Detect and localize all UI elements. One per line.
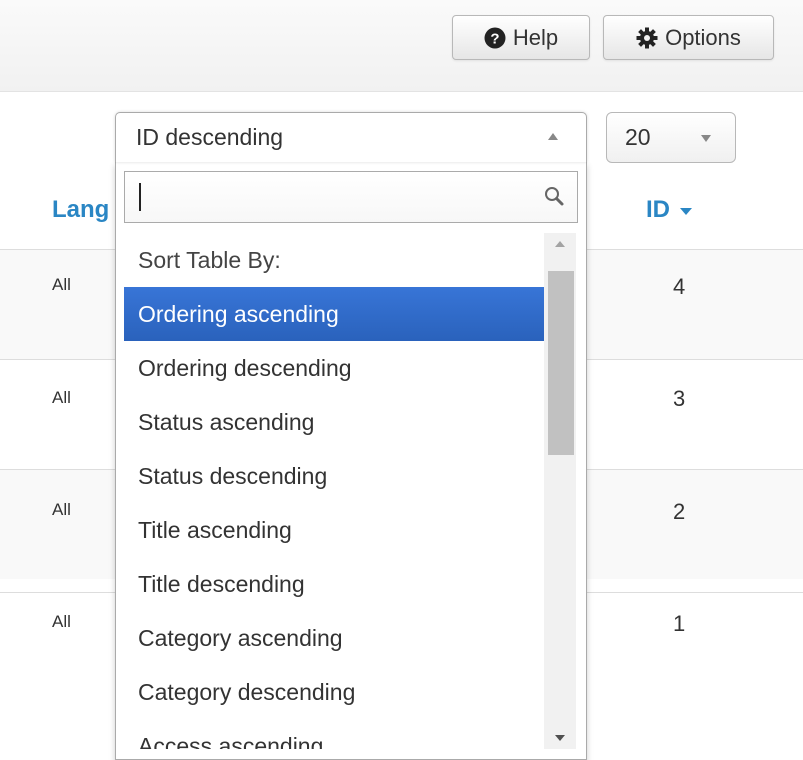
sort-dropdown: Sort Table By: Ordering ascending Orderi… [115, 161, 587, 760]
sort-select[interactable]: ID descending [115, 112, 587, 162]
sort-option[interactable]: Status descending [124, 449, 544, 503]
caret-down-icon [680, 207, 692, 215]
column-header-id-label: ID [646, 196, 670, 223]
row-id: 2 [673, 499, 686, 524]
dropdown-scrollbar[interactable] [544, 233, 576, 749]
list-limit-value: 20 [625, 124, 651, 150]
search-icon [543, 185, 565, 212]
sort-options-list: Sort Table By: Ordering ascending Orderi… [124, 233, 544, 749]
list-limit-select[interactable]: 20 [606, 112, 736, 163]
row-id: 4 [673, 274, 686, 299]
sort-option[interactable]: Access ascending [124, 719, 544, 749]
sort-option[interactable]: Title ascending [124, 503, 544, 557]
sort-selected-value: ID descending [136, 124, 284, 150]
sort-option[interactable]: Ordering descending [124, 341, 544, 395]
row-language: All [52, 500, 71, 519]
svg-text:?: ? [490, 30, 499, 47]
sort-option[interactable]: Status ascending [124, 395, 544, 449]
sort-option[interactable]: Title descending [124, 557, 544, 611]
chevron-up-icon [548, 133, 558, 140]
scroll-up-arrow[interactable] [544, 233, 576, 255]
toolbar: ? Help Options [0, 0, 803, 92]
sort-option[interactable]: Category ascending [124, 611, 544, 665]
row-language: All [52, 275, 71, 294]
sort-search-box[interactable] [124, 171, 578, 223]
sort-option[interactable]: Category descending [124, 665, 544, 719]
options-label: Options [665, 24, 741, 50]
sort-search-input[interactable] [125, 172, 525, 222]
page: ? Help Options Lang ID All 4 All 3 All 2… [0, 0, 803, 760]
options-button[interactable]: Options [603, 15, 774, 60]
chevron-down-icon [701, 135, 711, 142]
row-language: All [52, 388, 71, 407]
row-id: 3 [673, 386, 686, 411]
text-cursor [139, 183, 141, 211]
row-id: 1 [673, 611, 686, 636]
row-language: All [52, 612, 71, 631]
help-button[interactable]: ? Help [452, 15, 590, 60]
column-header-language[interactable]: Lang [52, 196, 109, 224]
triangle-up-icon [555, 241, 565, 247]
help-label: Help [512, 24, 559, 50]
sort-option[interactable]: Ordering ascending [124, 287, 544, 341]
scroll-down-arrow[interactable] [544, 727, 576, 749]
option-group-label: Sort Table By: [138, 247, 281, 273]
triangle-down-icon [555, 735, 565, 741]
gear-icon [636, 27, 658, 49]
scroll-thumb[interactable] [548, 271, 574, 455]
question-circle-icon: ? [484, 27, 506, 49]
column-header-id[interactable]: ID [646, 196, 692, 224]
